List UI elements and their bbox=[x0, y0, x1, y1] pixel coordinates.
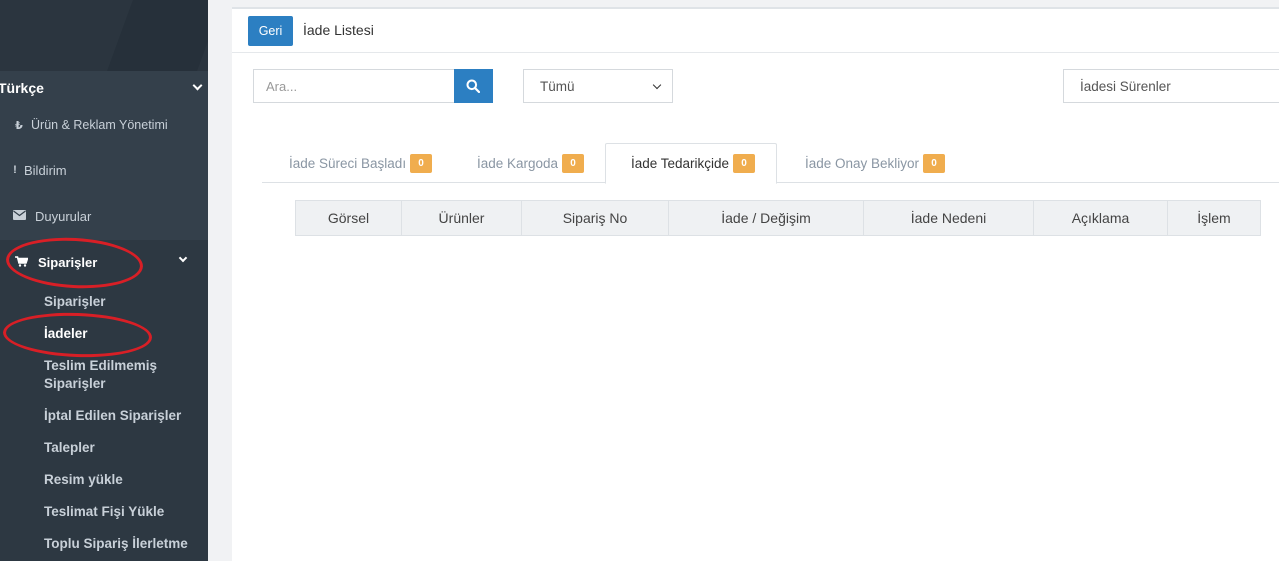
duration-filter-value: İadesi Sürenler bbox=[1080, 78, 1171, 94]
lira-icon: ₺ bbox=[15, 119, 23, 132]
status-select[interactable]: Tümü bbox=[523, 69, 673, 103]
table-header-row: Görsel Ürünler Sipariş No İade / Değişim… bbox=[295, 200, 1261, 236]
sidebar: Türkçe ₺ Ürün & Reklam Yönetimi ! Bildir… bbox=[0, 0, 208, 561]
sidebar-item-duyurular[interactable]: Duyurular bbox=[0, 194, 208, 238]
tab-iade-sureci-basladi[interactable]: İade Süreci Başladı 0 bbox=[279, 143, 442, 183]
count-badge: 0 bbox=[410, 153, 433, 173]
returns-table: Görsel Ürünler Sipariş No İade / Değişim… bbox=[295, 200, 1261, 236]
sidebar-logo-area bbox=[0, 0, 208, 71]
count-badge: 0 bbox=[923, 153, 946, 173]
language-selector[interactable]: Türkçe bbox=[0, 71, 208, 104]
column-header-islem: İşlem bbox=[1167, 200, 1261, 236]
chevron-down-icon bbox=[178, 253, 188, 263]
content-gutter bbox=[208, 0, 232, 561]
sidebar-item-label: Duyurular bbox=[35, 208, 92, 224]
count-badge: 0 bbox=[733, 154, 756, 173]
tab-iade-tedarikcide[interactable]: İade Tedarikçide 0 bbox=[605, 143, 777, 184]
status-select-value: Tümü bbox=[540, 78, 575, 94]
tab-label: İade Kargoda bbox=[477, 155, 559, 171]
tab-label: İade Süreci Başladı bbox=[289, 155, 407, 171]
sidebar-item-urun-reklam[interactable]: ₺ Ürün & Reklam Yönetimi bbox=[0, 103, 208, 147]
column-header-aciklama: Açıklama bbox=[1033, 200, 1168, 236]
sidebar-item-label: Ürün & Reklam Yönetimi bbox=[31, 118, 168, 132]
tab-iade-kargoda[interactable]: İade Kargoda 0 bbox=[467, 143, 594, 183]
column-header-iade-degisim: İade / Değişim bbox=[668, 200, 864, 236]
column-header-siparis-no: Sipariş No bbox=[521, 200, 669, 236]
logo-shape bbox=[107, 0, 208, 71]
return-status-tabs: İade Süreci Başladı 0 İade Kargoda 0 İad… bbox=[262, 143, 1279, 184]
page-title: İade Listesi bbox=[303, 22, 374, 38]
submenu-item-teslim-edilmemis[interactable]: Teslim Edilmemiş Siparişler bbox=[44, 357, 174, 393]
tab-label: İade Onay Bekliyor bbox=[805, 155, 920, 171]
language-label: Türkçe bbox=[0, 79, 44, 96]
column-header-iade-nedeni: İade Nedeni bbox=[863, 200, 1034, 236]
back-button[interactable]: Geri bbox=[248, 16, 293, 46]
submenu-item-talepler[interactable]: Talepler bbox=[44, 439, 204, 457]
sidebar-item-label: Bildirim bbox=[24, 162, 67, 178]
duration-filter-select[interactable]: İadesi Sürenler bbox=[1063, 69, 1279, 103]
search-button[interactable] bbox=[454, 69, 493, 103]
submenu-item-resim-yukle[interactable]: Resim yükle bbox=[44, 471, 204, 489]
submenu-item-toplu-siparis[interactable]: Toplu Sipariş İlerletme bbox=[44, 535, 204, 553]
column-header-gorsel: Görsel bbox=[295, 200, 402, 236]
envelope-icon bbox=[12, 209, 26, 223]
exclamation-icon: ! bbox=[13, 164, 17, 176]
search-icon bbox=[466, 79, 480, 93]
submenu-item-siparisler[interactable]: Siparişler bbox=[44, 293, 204, 311]
main-panel: Geri İade Listesi Tümü İadesi Sürenler İ… bbox=[232, 7, 1279, 561]
sidebar-item-bildirim[interactable]: ! Bildirim bbox=[0, 148, 208, 192]
page-header: Geri İade Listesi bbox=[232, 9, 1279, 53]
chevron-down-icon bbox=[652, 80, 662, 90]
search-input[interactable] bbox=[253, 69, 455, 103]
tab-label: İade Tedarikçide bbox=[631, 156, 730, 171]
submenu-item-teslimat-fisi[interactable]: Teslimat Fişi Yükle bbox=[44, 503, 204, 521]
column-header-urunler: Ürünler bbox=[401, 200, 522, 236]
submenu-item-iptal-edilen[interactable]: İptal Edilen Siparişler bbox=[44, 407, 204, 425]
tab-iade-onay-bekliyor[interactable]: İade Onay Bekliyor 0 bbox=[795, 143, 955, 183]
chevron-down-icon bbox=[192, 80, 203, 91]
count-badge: 0 bbox=[562, 153, 585, 173]
